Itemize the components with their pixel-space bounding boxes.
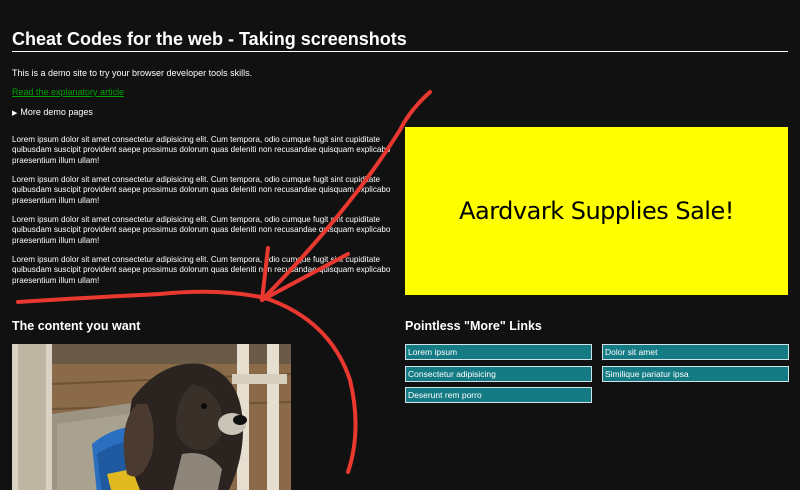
more-demo-pages-toggle[interactable]: ▶ More demo pages bbox=[12, 107, 93, 117]
page: Cheat Codes for the web - Taking screens… bbox=[0, 0, 800, 490]
more-link-item[interactable]: Consectetur adipisicing bbox=[405, 366, 592, 382]
sale-banner-text: Aardvark Supplies Sale! bbox=[459, 197, 734, 225]
lorem-paragraph: Lorem ipsum dolor sit amet consectetur a… bbox=[12, 175, 391, 205]
more-links-heading: Pointless "More" Links bbox=[405, 319, 542, 333]
more-link-item[interactable]: Deserunt rem porro bbox=[405, 387, 592, 403]
more-demo-pages-label: More demo pages bbox=[20, 107, 93, 117]
dog-photo-image bbox=[12, 344, 291, 490]
sale-banner-ad[interactable]: Aardvark Supplies Sale! bbox=[405, 127, 788, 295]
more-link-item[interactable]: Lorem ipsum bbox=[405, 344, 592, 360]
dog-photo bbox=[12, 344, 291, 490]
content-heading: The content you want bbox=[12, 319, 141, 333]
lorem-paragraph: Lorem ipsum dolor sit amet consectetur a… bbox=[12, 255, 391, 285]
lorem-paragraph: Lorem ipsum dolor sit amet consectetur a… bbox=[12, 215, 391, 245]
intro-text: This is a demo site to try your browser … bbox=[12, 68, 253, 78]
triangle-right-icon: ▶ bbox=[12, 110, 18, 117]
explanatory-article-link[interactable]: Read the explanatory article bbox=[12, 87, 124, 97]
more-link-item[interactable]: Similique pariatur ipsa bbox=[602, 366, 789, 382]
page-title: Cheat Codes for the web - Taking screens… bbox=[12, 29, 788, 52]
more-link-item[interactable]: Dolor sit amet bbox=[602, 344, 789, 360]
lorem-paragraph: Lorem ipsum dolor sit amet consectetur a… bbox=[12, 135, 391, 165]
